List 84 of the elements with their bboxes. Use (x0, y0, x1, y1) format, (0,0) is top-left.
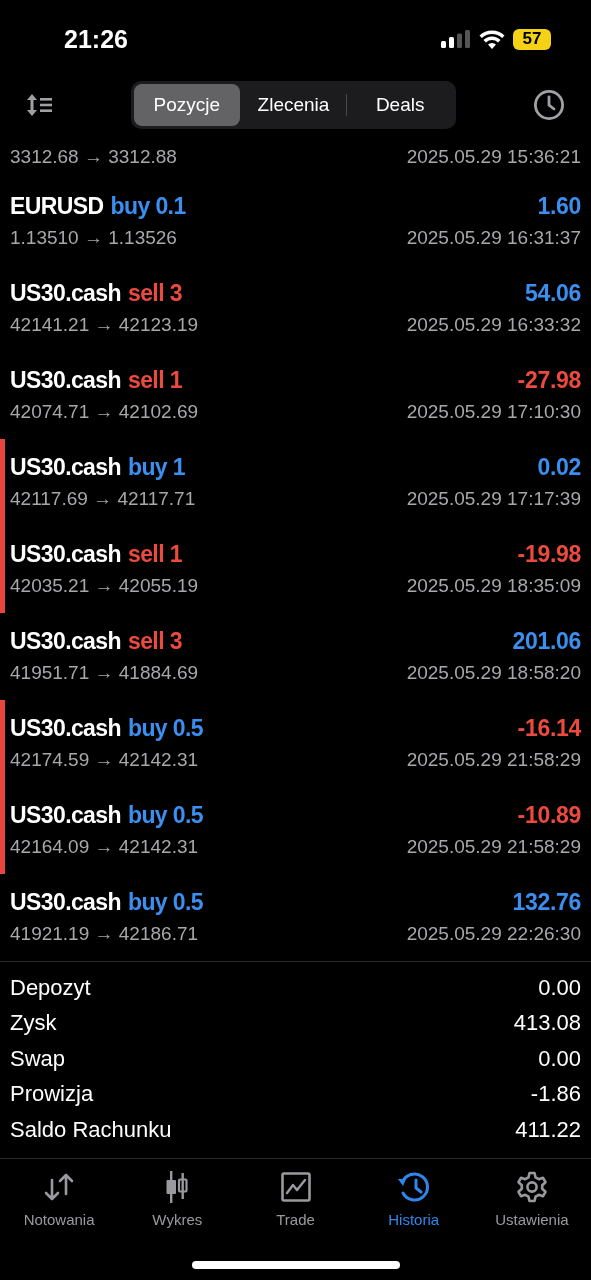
deal-time: 2025.05.29 18:35:09 (406, 575, 581, 597)
deal-order: buy 0.5 (127, 888, 203, 916)
summary-value: 411.22 (515, 1116, 581, 1143)
deal-profit: 132.76 (512, 888, 581, 916)
deal-order: buy 0.1 (110, 192, 186, 220)
deal-profit: -27.98 (517, 366, 581, 394)
deal-time: 2025.05.29 18:58:20 (406, 662, 581, 684)
summary-label: Zysk (10, 1010, 57, 1037)
settings-icon (515, 1170, 548, 1203)
price-change: 3312.68 → 3312.88 (10, 146, 177, 168)
deal-order: buy 1 (127, 453, 186, 481)
status-time: 21:26 (64, 24, 128, 54)
summary-label: Prowizja (10, 1081, 94, 1108)
deal-profit: -10.89 (517, 801, 581, 829)
signal-icon (441, 30, 471, 48)
clock-icon[interactable] (533, 89, 565, 121)
deal-time: 2025.05.29 16:33:32 (406, 314, 581, 336)
price-change: 42164.09 → 42142.31 (10, 836, 199, 858)
line-chart-icon (280, 1170, 311, 1203)
deal-profit: 0.02 (537, 453, 581, 481)
battery-level: 57 (513, 28, 551, 50)
price-change: 1.13510 → 1.13526 (10, 227, 177, 249)
nav-tab[interactable]: Ustawienia (472, 1170, 591, 1228)
deal-row[interactable]: US30.cash sell 1 -19.98 42035.21 → 42055.19 2025.05.29 18:35:09 (0, 526, 591, 613)
deal-time: 2025.05.29 17:10:30 (406, 401, 581, 423)
deal-row[interactable]: US30.cash sell 1 -27.98 42074.71 → 42102.69 2025.05.29 17:10:30 (0, 352, 591, 439)
deal-row[interactable]: EURUSD buy 0.1 1.60 1.13510 → 1.13526 2025.05.29 16:31:37 (0, 178, 591, 265)
price-change: 42035.21 → 42055.19 (10, 575, 199, 597)
deal-profit: -16.14 (517, 714, 581, 742)
deal-time: 2025.05.29 15:36:21 (406, 146, 581, 168)
price-change: 42141.21 → 42123.19 (10, 314, 199, 336)
deal-row[interactable]: US30.cash buy 0.5 132.76 41921.19 → 42186.71 2025.05.29 22:26:30 (0, 874, 591, 961)
summary-label: Swap (10, 1045, 66, 1072)
summary-value: 413.08 (513, 1010, 581, 1037)
deal-symbol: US30.cash (10, 279, 121, 307)
deal-symbol: US30.cash (10, 453, 121, 481)
deal-order: buy 0.5 (127, 714, 203, 742)
candlestick-icon (164, 1170, 191, 1203)
deal-order: sell 3 (127, 627, 182, 655)
tab[interactable]: Pozycje (134, 84, 240, 126)
summary-value: 0.00 (538, 974, 581, 1001)
deal-symbol: US30.cash (10, 540, 121, 568)
price-change: 41951.71 → 41884.69 (10, 662, 199, 684)
deal-symbol: US30.cash (10, 366, 121, 394)
nav-tab[interactable]: Trade (236, 1170, 355, 1228)
sort-icon[interactable] (26, 93, 54, 117)
deal-row[interactable]: US30.cash buy 1 0.02 42117.69 → 42117.71 2025.05.29 17:17:39 (0, 439, 591, 526)
nav-tab[interactable]: Wykres (118, 1170, 237, 1228)
deal-profit: 1.60 (537, 192, 581, 220)
deal-symbol: US30.cash (10, 714, 121, 742)
deal-symbol: US30.cash (10, 888, 121, 916)
nav-tab[interactable]: Notowania (0, 1170, 119, 1228)
summary-value: 0.00 (538, 1045, 581, 1072)
history-icon (396, 1170, 431, 1203)
deal-time: 2025.05.29 16:31:37 (406, 227, 581, 249)
deal-order: buy 0.5 (127, 801, 203, 829)
price-change: 41921.19 → 42186.71 (10, 923, 199, 945)
deal-row[interactable]: US30.cash sell 3 54.06 42141.21 → 42123.19 2025.05.29 16:33:32 (0, 265, 591, 352)
tab[interactable]: Zlecenia (240, 84, 347, 126)
deal-symbol: EURUSD (10, 192, 104, 220)
deal-profit: 54.06 (524, 279, 581, 307)
deal-row[interactable]: US30.cash sell 3 201.06 41951.71 → 41884.69 2025.05.29 18:58:20 (0, 613, 591, 700)
deal-time: 2025.05.29 22:26:30 (406, 923, 581, 945)
deal-row[interactable]: US30.cash buy 0.5 -16.14 42174.59 → 42142.31 2025.05.29 21:58:29 (0, 700, 591, 787)
summary-label: Depozyt (10, 974, 91, 1001)
deal-symbol: US30.cash (10, 627, 121, 655)
tab[interactable]: Deals (347, 84, 453, 126)
nav-tab[interactable]: Historia (354, 1170, 473, 1228)
deal-symbol: US30.cash (10, 801, 121, 829)
deal-order: sell 1 (127, 366, 182, 394)
price-change: 42117.69 → 42117.71 (10, 488, 196, 510)
summary-label: Saldo Rachunku (10, 1116, 172, 1143)
deal-order: sell 1 (127, 540, 182, 568)
deal-order: sell 3 (127, 279, 182, 307)
price-change: 42174.59 → 42142.31 (10, 749, 199, 771)
price-change: 42074.71 → 42102.69 (10, 401, 199, 423)
deal-time: 2025.05.29 21:58:29 (406, 749, 581, 771)
deal-profit: 201.06 (512, 627, 581, 655)
deal-time: 2025.05.29 17:17:39 (406, 488, 581, 510)
deal-profit: -19.98 (517, 540, 581, 568)
deal-row[interactable]: US30.cash buy 0.5 -10.89 42164.09 → 42142.31 2025.05.29 21:58:29 (0, 787, 591, 874)
deal-time: 2025.05.29 21:58:29 (406, 836, 581, 858)
wifi-icon (479, 29, 505, 49)
summary-value: -1.86 (530, 1081, 581, 1108)
